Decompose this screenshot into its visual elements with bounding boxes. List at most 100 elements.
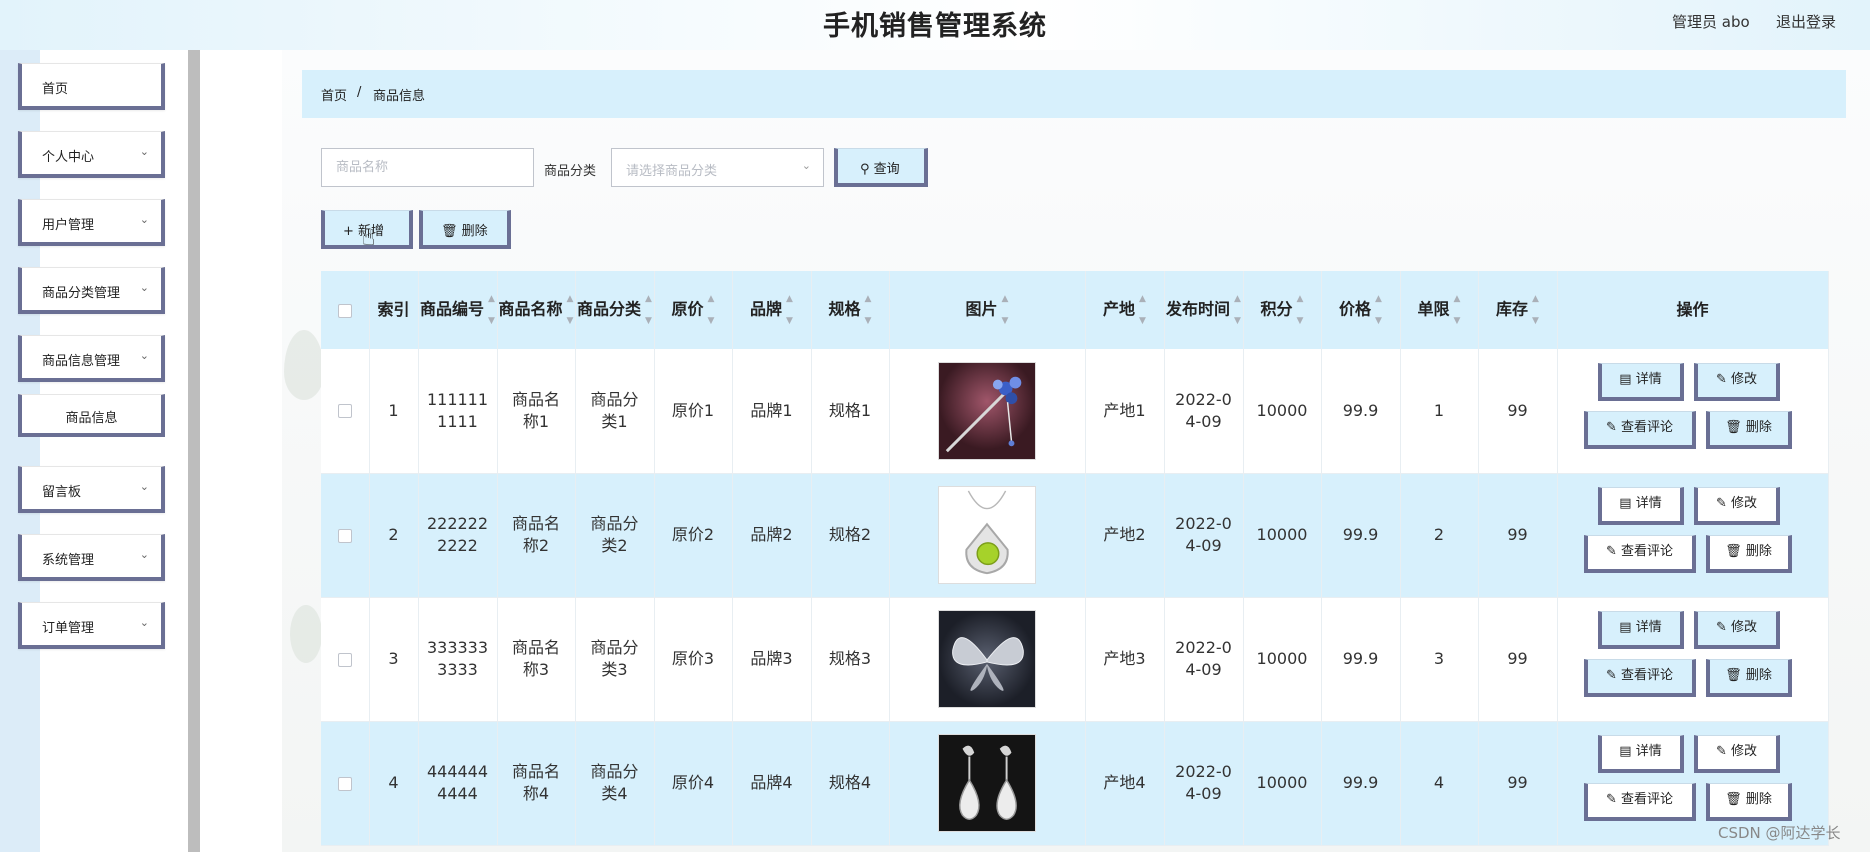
sort-icon[interactable]: ▲ ▼: [1532, 288, 1539, 332]
sidebar-item-user-management[interactable]: 用户管理 ⌄: [18, 199, 165, 246]
sort-icon[interactable]: ▲ ▼: [1454, 288, 1461, 332]
column-header[interactable]: 商品分类▲ ▼: [575, 271, 655, 349]
delete-row-button[interactable]: 🗑 删除: [1705, 535, 1792, 573]
cell-name: 商品名称1: [497, 349, 576, 474]
row-checkbox[interactable]: [337, 652, 352, 667]
chevron-down-icon: ⌄: [139, 281, 149, 294]
sidebar-subitem-product-info[interactable]: 商品信息: [18, 394, 165, 437]
table-header-row: 索引 商品编号▲ ▼ 商品名称▲ ▼ 商品分类▲ ▼ 原价▲ ▼ 品牌▲ ▼ 规格▲ ▼ 图…: [321, 271, 1829, 349]
logout-link[interactable]: 退出登录: [1776, 11, 1836, 32]
row-checkbox[interactable]: [337, 776, 352, 791]
delete-row-button[interactable]: 🗑 删除: [1705, 410, 1792, 449]
drop-earrings-image[interactable]: [938, 734, 1036, 832]
product-name-search-input[interactable]: [321, 148, 534, 187]
batch-delete-button[interactable]: 🗑 删除: [419, 210, 511, 249]
cell-image: [889, 473, 1086, 598]
trash-icon: 🗑: [441, 224, 462, 239]
column-header[interactable]: 规格▲ ▼: [811, 271, 890, 349]
edit-button[interactable]: ✎ 修改: [1693, 611, 1780, 649]
query-button[interactable]: ⚲ 查询: [834, 148, 928, 187]
detail-button[interactable]: ▤ 详情: [1597, 362, 1684, 401]
view-comments-button[interactable]: ✎ 查看评论: [1583, 410, 1696, 449]
view-comments-button[interactable]: ✎ 查看评论: [1583, 535, 1696, 573]
cell-original-price: 原价1: [654, 349, 733, 474]
row-checkbox[interactable]: [337, 528, 352, 543]
butterfly-brooch-image[interactable]: [938, 610, 1036, 708]
pendant-necklace-image[interactable]: [938, 486, 1036, 584]
sidebar-item-home[interactable]: 首页: [18, 63, 165, 110]
column-header[interactable]: 原价▲ ▼: [654, 271, 733, 349]
sidebar-item-label: 用户管理: [42, 218, 95, 233]
edit-button[interactable]: ✎ 修改: [1693, 487, 1780, 525]
detail-button[interactable]: ▤ 详情: [1597, 735, 1684, 773]
column-header[interactable]: 价格▲ ▼: [1321, 271, 1401, 349]
sort-icon[interactable]: ▲ ▼: [865, 288, 872, 332]
sort-icon[interactable]: ▲ ▼: [1375, 288, 1382, 332]
category-select-placeholder: 请选择商品分类: [626, 164, 718, 179]
document-icon: ▤: [1619, 496, 1636, 511]
row-checkbox[interactable]: [337, 404, 352, 419]
cell-stock: 99: [1478, 349, 1558, 474]
column-header[interactable]: 积分▲ ▼: [1243, 271, 1322, 349]
edit-button[interactable]: ✎ 修改: [1693, 362, 1780, 401]
sort-icon[interactable]: ▲ ▼: [708, 288, 715, 332]
column-header[interactable]: 图片▲ ▼: [889, 271, 1086, 349]
select-all-checkbox[interactable]: [337, 303, 352, 318]
cell-price: 99.9: [1321, 721, 1401, 846]
chevron-down-icon: ⌄: [139, 349, 149, 362]
select-all-cell: [321, 271, 370, 349]
chevron-down-icon: ⌄: [139, 213, 149, 226]
sort-icon[interactable]: ▲ ▼: [1297, 288, 1304, 332]
sidebar-item-product-management[interactable]: 商品信息管理 ⌄: [18, 335, 165, 382]
category-select[interactable]: 请选择商品分类 ⌄: [611, 148, 824, 187]
sort-icon[interactable]: ▲ ▼: [488, 288, 495, 332]
cell-name: 商品名称2: [497, 473, 576, 598]
sidebar-item-system-management[interactable]: 系统管理 ⌄: [18, 534, 165, 581]
hairpin-image[interactable]: [938, 361, 1036, 460]
view-comments-button[interactable]: ✎ 查看评论: [1583, 783, 1696, 821]
sidebar-scrollbar[interactable]: [188, 50, 200, 852]
cell-index: 3: [369, 597, 419, 722]
column-header[interactable]: 产地▲ ▼: [1085, 271, 1165, 349]
detail-button[interactable]: ▤ 详情: [1597, 611, 1684, 649]
cell-original-price: 原价4: [654, 721, 733, 846]
breadcrumb: 首页 / 商品信息: [302, 70, 1846, 118]
mouse-pointer-icon: ☝: [362, 226, 376, 251]
cell-points: 10000: [1243, 349, 1322, 474]
document-icon: ▤: [1619, 620, 1636, 635]
cell-category: 商品分类3: [575, 597, 655, 722]
category-filter-label: 商品分类: [544, 164, 597, 179]
sidebar-item-order-management[interactable]: 订单管理 ⌄: [18, 602, 165, 649]
delete-row-button[interactable]: 🗑 删除: [1705, 659, 1792, 697]
sidebar-item-personal-center[interactable]: 个人中心 ⌄: [18, 131, 165, 178]
sort-icon[interactable]: ▲ ▼: [1234, 288, 1241, 332]
column-header[interactable]: 商品名称▲ ▼: [497, 271, 576, 349]
cell-price: 99.9: [1321, 597, 1401, 722]
top-header: 手机销售管理系统 管理员 abo 退出登录: [0, 0, 1870, 50]
cell-spec: 规格3: [811, 597, 890, 722]
detail-button[interactable]: ▤ 详情: [1597, 487, 1684, 525]
sort-icon[interactable]: ▲ ▼: [1002, 288, 1009, 332]
cell-index: 4: [369, 721, 419, 846]
view-comments-button[interactable]: ✎ 查看评论: [1583, 659, 1696, 697]
cell-limit: 3: [1400, 597, 1479, 722]
sort-icon[interactable]: ▲ ▼: [645, 288, 652, 332]
sort-icon[interactable]: ▲ ▼: [1139, 288, 1146, 332]
column-header[interactable]: 品牌▲ ▼: [732, 271, 812, 349]
sort-icon[interactable]: ▲ ▼: [567, 288, 574, 332]
search-icon: ⚲: [860, 162, 874, 177]
column-header: 索引: [369, 271, 419, 349]
edit-button[interactable]: ✎ 修改: [1693, 735, 1780, 773]
column-header[interactable]: 库存▲ ▼: [1478, 271, 1558, 349]
sort-icon[interactable]: ▲ ▼: [786, 288, 793, 332]
column-header[interactable]: 商品编号▲ ▼: [418, 271, 498, 349]
breadcrumb-home[interactable]: 首页: [321, 85, 347, 104]
column-header[interactable]: 单限▲ ▼: [1400, 271, 1479, 349]
delete-row-button[interactable]: 🗑 删除: [1705, 783, 1792, 821]
sidebar-item-message-board[interactable]: 留言板 ⌄: [18, 466, 165, 513]
column-header[interactable]: 发布时间▲ ▼: [1164, 271, 1244, 349]
cell-origin: 产地3: [1085, 597, 1165, 722]
table-row: 3 3333333333 商品名称3 商品分类3 原价3 品牌3 规格3 产地3…: [321, 597, 1829, 722]
sidebar-item-category-management[interactable]: 商品分类管理 ⌄: [18, 267, 165, 314]
pencil-icon: ✎: [1605, 668, 1621, 683]
